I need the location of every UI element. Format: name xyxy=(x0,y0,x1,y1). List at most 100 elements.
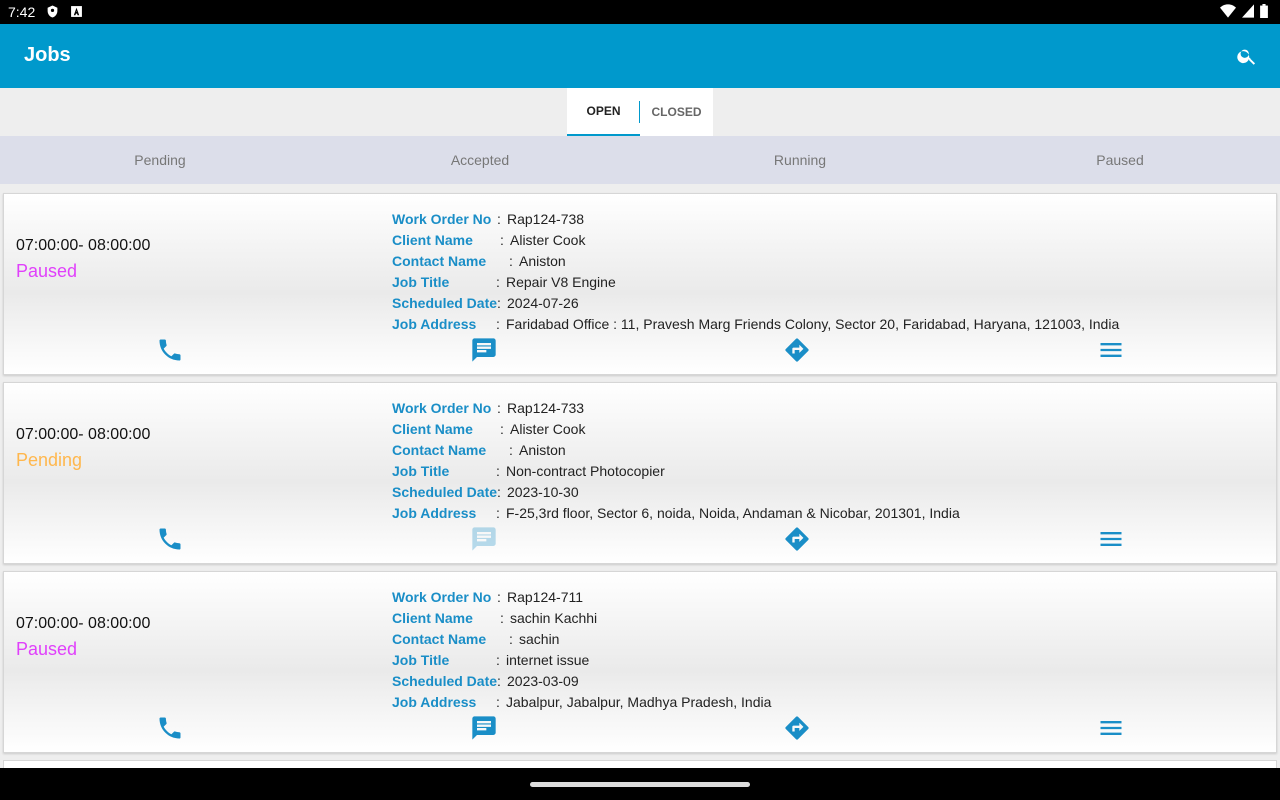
detail-row: Job Title: Non-contract Photocopier xyxy=(392,460,960,481)
colon-separator: : xyxy=(496,273,500,290)
status-icons xyxy=(1220,4,1268,18)
job-title-label: Job Title xyxy=(392,462,450,479)
colon-separator: : xyxy=(509,441,513,458)
detail-row: Job Address: Jabalpur, Jabalpur, Madhya P… xyxy=(392,691,771,712)
filter-pending[interactable]: Pending xyxy=(0,136,320,184)
message-icon[interactable] xyxy=(470,714,498,742)
job-status: Pending xyxy=(16,450,83,470)
job-title-value: Repair V8 Engine xyxy=(506,273,616,290)
colon-separator: : xyxy=(500,231,504,248)
tab-group: OPEN CLOSED xyxy=(567,88,713,136)
colon-separator: : xyxy=(497,483,501,500)
job-address-label: Job Address xyxy=(392,504,477,521)
job-title-value: internet issue xyxy=(506,651,590,668)
detail-row: Contact Name: Aniston xyxy=(392,439,960,460)
work-order-value: Rap124-711 xyxy=(507,588,584,605)
contact-name-label: Contact Name xyxy=(392,441,487,458)
message-icon[interactable] xyxy=(470,525,498,553)
scheduled-value: 2024-07-26 xyxy=(507,294,579,311)
address-value: Jabalpur, Jabalpur, Madhya Pradesh, Indi… xyxy=(506,693,772,710)
colon-separator: : xyxy=(497,399,501,416)
directions-icon[interactable] xyxy=(783,714,811,742)
tab-closed[interactable]: CLOSED xyxy=(640,88,713,136)
job-details: Work Order No: Rap124-711 Client Name: sach… xyxy=(392,586,771,712)
colon-separator: : xyxy=(500,609,504,626)
job-status: Paused xyxy=(16,639,78,659)
colon-separator: : xyxy=(497,294,501,311)
colon-separator: : xyxy=(496,315,500,332)
job-title-value: Non-contract Photocopier xyxy=(506,462,665,479)
job-time-slot: 07:00:00- 08:00:00 xyxy=(16,426,151,443)
directions-icon[interactable] xyxy=(783,336,811,364)
search-icon[interactable] xyxy=(1236,45,1258,67)
filter-accepted[interactable]: Accepted xyxy=(320,136,640,184)
colon-separator: : xyxy=(509,630,513,647)
job-card[interactable]: 07:00:00- 08:00:00 Paused Work Order No: Ra… xyxy=(3,571,1277,753)
job-details: Work Order No: Rap124-733 Client Name: Alis… xyxy=(392,397,960,523)
phone-icon[interactable] xyxy=(156,714,184,742)
directions-icon[interactable] xyxy=(783,525,811,553)
wifi-icon xyxy=(1220,4,1236,18)
detail-row: Work Order No: Rap124-733 xyxy=(392,397,960,418)
colon-separator: : xyxy=(497,588,501,605)
scheduled-value: 2023-10-30 xyxy=(507,483,579,500)
detail-row: Client Name: Alister Cook xyxy=(392,229,1119,250)
signal-icon xyxy=(1242,4,1254,18)
home-handle[interactable] xyxy=(530,782,750,787)
contact-value: Aniston xyxy=(519,252,566,269)
filter-paused[interactable]: Paused xyxy=(960,136,1280,184)
scheduled-date-label: Scheduled Date xyxy=(392,294,498,311)
scheduled-date-label: Scheduled Date xyxy=(392,483,498,500)
detail-row: Work Order No: Rap124-738 xyxy=(392,208,1119,229)
tab-row: OPEN CLOSED xyxy=(0,88,1280,136)
detail-row: Job Address: Faridabad Office : 11, Prave… xyxy=(392,313,1119,334)
filter-running[interactable]: Running xyxy=(640,136,960,184)
detail-row: Client Name: sachin Kachhi xyxy=(392,607,771,628)
detail-row: Job Title: internet issue xyxy=(392,649,771,670)
shield-icon xyxy=(47,5,58,18)
colon-separator: : xyxy=(509,252,513,269)
clock: 7:42 xyxy=(8,4,36,20)
job-actions xyxy=(4,712,1278,744)
status-filter-bar: Pending Accepted Running Paused xyxy=(0,136,1280,184)
job-title-label: Job Title xyxy=(392,651,450,668)
client-value: sachin Kachhi xyxy=(510,609,598,626)
message-icon[interactable] xyxy=(470,336,498,364)
job-card[interactable]: 07:00:00- 08:00:00 Pending Work Order No: R… xyxy=(3,382,1277,564)
client-value: Alister Cook xyxy=(510,420,586,437)
colon-separator: : xyxy=(497,672,501,689)
phone-icon[interactable] xyxy=(156,525,184,553)
scheduled-value: 2023-03-09 xyxy=(507,672,579,689)
contact-name-label: Contact Name xyxy=(392,252,487,269)
detail-row: Job Address: F-25,3rd floor, Sector 6, no… xyxy=(392,502,960,523)
menu-icon[interactable] xyxy=(1097,525,1125,553)
menu-icon[interactable] xyxy=(1097,336,1125,364)
job-card[interactable]: 07:00:00- 08:00:00 Paused Work Order No: Ra… xyxy=(3,193,1277,375)
detail-row: Scheduled Date:2023-10-30 xyxy=(392,481,960,502)
work-order-value: Rap124-738 xyxy=(507,210,585,227)
detail-row: Contact Name: sachin xyxy=(392,628,771,649)
client-name-label: Client Name xyxy=(392,420,473,437)
colon-separator: : xyxy=(496,693,500,710)
detail-row: Scheduled Date:2023-03-09 xyxy=(392,670,771,691)
menu-icon[interactable] xyxy=(1097,714,1125,742)
client-name-label: Client Name xyxy=(392,609,473,626)
job-title-label: Job Title xyxy=(392,273,450,290)
contact-name-label: Contact Name xyxy=(392,630,487,647)
job-address-label: Job Address xyxy=(392,693,477,710)
page-title: Jobs xyxy=(24,44,71,66)
client-value: Alister Cook xyxy=(510,231,586,248)
job-time-slot: 07:00:00- 08:00:00 xyxy=(16,237,151,254)
app-bar: Jobs xyxy=(0,24,1280,88)
contact-value: sachin xyxy=(519,630,560,647)
job-status: Paused xyxy=(16,261,78,281)
address-value: F-25,3rd floor, Sector 6, noida, Noida, … xyxy=(506,504,960,521)
phone-icon[interactable] xyxy=(156,336,184,364)
colon-separator: : xyxy=(496,651,500,668)
work-order-label: Work Order No xyxy=(392,588,492,605)
job-actions xyxy=(4,334,1278,366)
colon-separator: : xyxy=(497,210,501,227)
tab-open[interactable]: OPEN xyxy=(567,88,640,136)
colon-separator: : xyxy=(496,504,500,521)
detail-row: Scheduled Date:2024-07-26 xyxy=(392,292,1119,313)
